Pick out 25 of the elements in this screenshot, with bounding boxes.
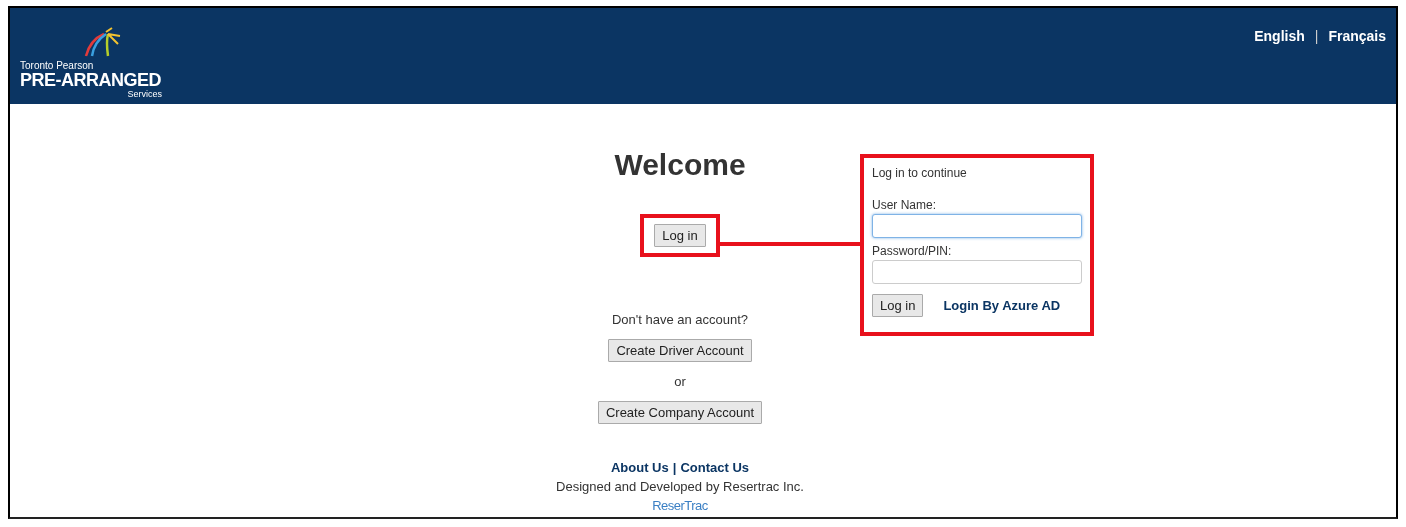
input-field[interactable]	[872, 260, 1082, 284]
footer-link[interactable]: About Us	[610, 460, 669, 475]
language-link[interactable]: English	[1254, 28, 1305, 44]
panel-title: Log in to continue	[872, 166, 968, 180]
field-label: User Name:	[872, 198, 937, 212]
separator: |	[1314, 28, 1319, 44]
brand-logo: ReserTrac	[652, 498, 708, 513]
or-text: or	[674, 374, 686, 389]
logo-subtitle: Toronto Pearson	[20, 60, 95, 71]
login-button[interactable]: Log in	[654, 224, 706, 247]
create-company-button[interactable]: Create Company Account	[597, 401, 763, 424]
account-prompt: Don't have an account?	[611, 312, 749, 327]
credit-text: Designed and Developed by Resertrac Inc.	[556, 479, 804, 494]
logo-title: PRE-ARRANGED	[20, 71, 162, 89]
create-driver-button[interactable]: Create Driver Account	[608, 339, 752, 362]
footer-link[interactable]: Contact Us	[680, 460, 749, 475]
input-field[interactable]	[872, 214, 1082, 238]
field-label: Password/PIN:	[872, 244, 953, 258]
logo-tagline: Services	[127, 89, 162, 99]
language-link[interactable]: Français	[1328, 28, 1386, 44]
logo-icon	[82, 26, 122, 58]
separator: |	[672, 460, 677, 475]
submit-button[interactable]: Log in	[872, 294, 924, 317]
azure-login-link[interactable]: Login By Azure AD	[943, 298, 1061, 313]
welcome-heading: Welcome	[614, 148, 746, 182]
